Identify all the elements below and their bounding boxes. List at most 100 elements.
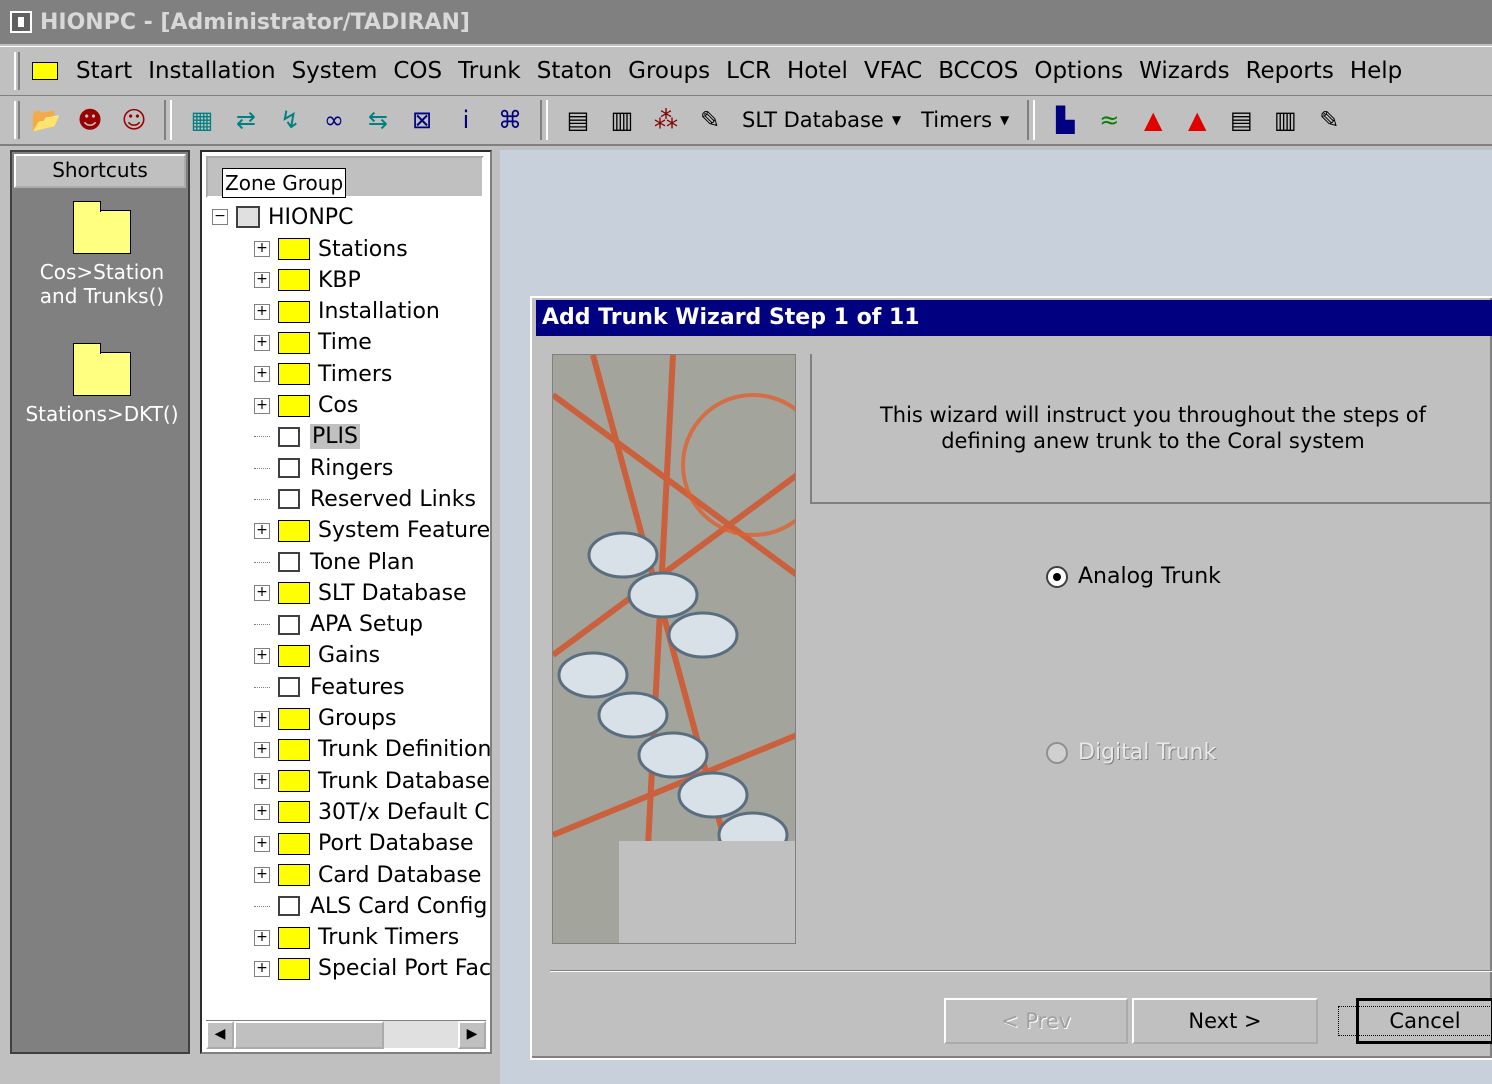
menu-options[interactable]: Options [1026, 58, 1131, 84]
menu-help[interactable]: Help [1342, 58, 1410, 84]
menu-station[interactable]: Staton [529, 58, 620, 84]
tree-node[interactable]: + Cos [254, 391, 358, 421]
expand-icon[interactable]: + [254, 585, 270, 602]
expand-icon[interactable]: + [254, 397, 270, 414]
tree-node[interactable]: ALS Card Config [254, 891, 487, 921]
tree-node[interactable]: + Trunk Definitions [254, 735, 490, 765]
menu-system[interactable]: System [284, 58, 386, 84]
expand-icon[interactable]: + [254, 929, 270, 946]
tree-node[interactable]: + Time [254, 328, 372, 358]
menu-start[interactable]: Start [68, 58, 140, 84]
expand-icon[interactable]: + [254, 522, 270, 539]
timers-dropdown[interactable]: Timers ▼ [921, 108, 1009, 132]
warning-icon[interactable]: ▲ [1136, 103, 1170, 137]
menu-bccos[interactable]: BCCOS [930, 58, 1026, 84]
folder-icon [73, 343, 131, 396]
next-button[interactable]: Next > [1132, 998, 1318, 1044]
zone-group-field[interactable]: Zone Group [222, 168, 347, 198]
shortcut-stations-dkt[interactable]: Stations>DKT() [12, 343, 192, 426]
wrench-icon[interactable]: ✎ [1312, 103, 1346, 137]
tree-node[interactable]: + Groups [254, 704, 396, 734]
scroll-left-icon[interactable]: ◀ [206, 1021, 234, 1049]
tree-node[interactable]: + Special Port Fac [254, 954, 490, 984]
tree-node[interactable]: APA Setup [254, 610, 423, 640]
document-icon [278, 614, 300, 635]
menu-wizards[interactable]: Wizards [1131, 58, 1237, 84]
expand-icon[interactable]: + [254, 741, 270, 758]
expand-icon[interactable]: + [254, 960, 270, 977]
menu-lcr[interactable]: LCR [718, 58, 779, 84]
bar-chart-icon[interactable]: ▙ [1048, 103, 1082, 137]
tree-node[interactable]: + Timers [254, 359, 392, 389]
chart-icon[interactable]: ⌘ [493, 103, 527, 137]
tree-node[interactable]: Tone Plan [254, 547, 414, 577]
shortcuts-header[interactable]: Shortcuts [14, 154, 186, 188]
line-chart-icon[interactable]: ≈ [1092, 103, 1126, 137]
tree-node[interactable]: + Stations [254, 234, 408, 264]
tree-node[interactable]: +30T/x Default C [254, 797, 490, 827]
doc-icon[interactable]: ▤ [1224, 103, 1258, 137]
expand-icon[interactable]: + [254, 773, 270, 790]
alert-icon[interactable]: ▲ [1180, 103, 1214, 137]
tree-node[interactable]: + SLT Database [254, 578, 467, 608]
menu-trunk[interactable]: Trunk [450, 58, 529, 84]
menu-groups[interactable]: Groups [620, 58, 718, 84]
expand-icon[interactable]: + [254, 303, 270, 320]
analog-trunk-radio[interactable]: Analog Trunk [1046, 564, 1221, 589]
expand-icon[interactable]: + [254, 835, 270, 852]
scroll-right-icon[interactable]: ▶ [458, 1021, 486, 1049]
expand-icon[interactable]: + [254, 647, 270, 664]
info-icon[interactable]: ⅰ [449, 103, 483, 137]
tree-node[interactable]: Ringers [254, 453, 393, 483]
tree-node[interactable]: + Trunk Database [254, 766, 490, 796]
horizontal-scrollbar[interactable]: ◀ ▶ [206, 1020, 486, 1049]
menu-reports[interactable]: Reports [1238, 58, 1342, 84]
tree-node[interactable]: Features [254, 672, 405, 702]
cancel-button[interactable]: Cancel [1338, 998, 1492, 1044]
tree-node[interactable]: + Card Database [254, 860, 481, 890]
toolbar-grip[interactable] [14, 101, 20, 139]
user-icon[interactable]: ☻ [73, 103, 107, 137]
expand-icon[interactable]: + [254, 804, 270, 821]
expand-icon[interactable]: + [254, 867, 270, 883]
grid-icon[interactable]: ▥ [605, 103, 639, 137]
route-icon[interactable]: ↯ [273, 103, 307, 137]
trunk-icon[interactable]: ⇄ [229, 103, 263, 137]
tree-node[interactable]: + Port Database [254, 829, 474, 859]
menu-cos[interactable]: COS [385, 58, 450, 84]
tree-node[interactable]: + Trunk Timers [254, 923, 459, 953]
station-icon[interactable]: ▤ [561, 103, 595, 137]
tool-icon[interactable]: ✎ [693, 103, 727, 137]
expand-icon[interactable]: + [254, 710, 270, 727]
collapse-icon[interactable]: − [212, 209, 228, 225]
slt-database-dropdown[interactable]: SLT Database ▼ [742, 108, 901, 132]
tree-node[interactable]: + Gains [254, 641, 380, 671]
tree-node[interactable]: Reserved Links [254, 484, 476, 514]
list-icon[interactable]: ▥ [1268, 103, 1302, 137]
expand-icon[interactable]: + [254, 334, 270, 351]
menu-installation[interactable]: Installation [140, 58, 283, 84]
tree-node[interactable]: + Installation [254, 297, 440, 327]
expand-icon[interactable]: + [254, 272, 270, 289]
menu-vfac[interactable]: VFAC [856, 58, 930, 84]
menubar-grip[interactable] [14, 52, 20, 90]
config-icon[interactable]: ⁂ [649, 103, 683, 137]
tree-connector [254, 686, 270, 688]
tree-node[interactable]: + System Features [254, 516, 490, 546]
link-icon[interactable]: ∞ [317, 103, 351, 137]
cross-icon[interactable]: ⊠ [405, 103, 439, 137]
network-icon[interactable]: ⇆ [361, 103, 395, 137]
shortcut-cos-station-trunks[interactable]: Cos>Station and Trunks() [12, 201, 192, 308]
radio-selected-icon[interactable] [1046, 565, 1068, 588]
tree-node[interactable]: PLIS [254, 422, 360, 452]
tree-node[interactable]: + KBP [254, 265, 361, 295]
expand-icon[interactable]: + [254, 366, 270, 383]
app-icon[interactable] [10, 11, 32, 33]
expand-icon[interactable]: + [254, 241, 270, 257]
scroll-thumb[interactable] [234, 1021, 384, 1049]
tree-icon[interactable]: ▦ [185, 103, 219, 137]
open-icon[interactable]: 📂 [29, 103, 63, 137]
menu-hotel[interactable]: Hotel [779, 58, 856, 84]
tree-root[interactable]: − HIONPC [212, 202, 353, 232]
users-icon[interactable]: ☺ [117, 103, 151, 137]
